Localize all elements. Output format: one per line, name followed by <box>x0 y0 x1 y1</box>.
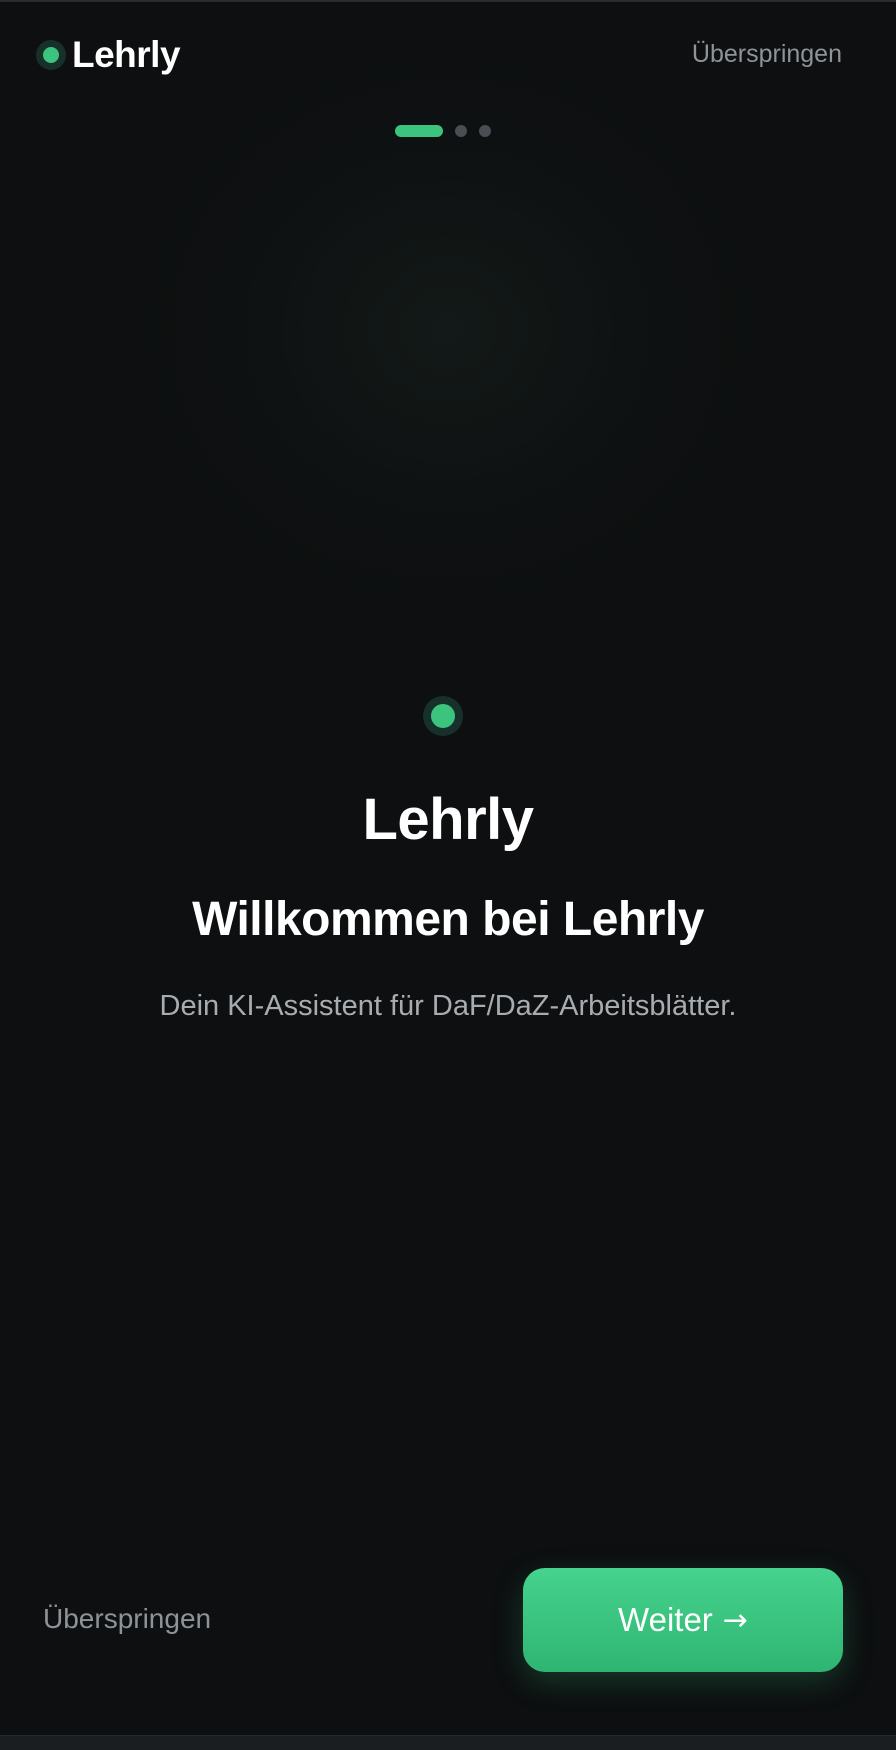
app-title: Lehrly <box>362 787 534 852</box>
skip-button-top[interactable]: Überspringen <box>692 40 842 69</box>
bottom-bar <box>0 1735 896 1750</box>
arrow-right-icon: → <box>722 1602 748 1638</box>
header: Lehrly Überspringen <box>0 0 896 110</box>
page-indicator-active <box>395 125 443 137</box>
page-indicator-dot <box>455 125 467 137</box>
brand-name: Lehrly <box>72 34 181 75</box>
brand-logo-icon <box>36 40 66 70</box>
welcome-subtitle: Dein KI-Assistent für DaF/DaZ-Arbeitsblä… <box>159 990 737 1022</box>
app-logo-dot-icon <box>423 696 463 736</box>
background-glow <box>0 60 896 760</box>
skip-button-bottom[interactable]: Überspringen <box>43 1603 211 1635</box>
page-indicator <box>395 125 491 137</box>
next-button[interactable]: Weiter → <box>523 1568 843 1672</box>
onboarding-screen: Lehrly Überspringen Lehrly Willkommen be… <box>0 0 896 1750</box>
welcome-heading: Willkommen bei Lehrly <box>192 893 704 946</box>
next-button-label: Weiter <box>618 1601 713 1638</box>
page-indicator-dot <box>479 125 491 137</box>
brand: Lehrly <box>36 34 181 76</box>
